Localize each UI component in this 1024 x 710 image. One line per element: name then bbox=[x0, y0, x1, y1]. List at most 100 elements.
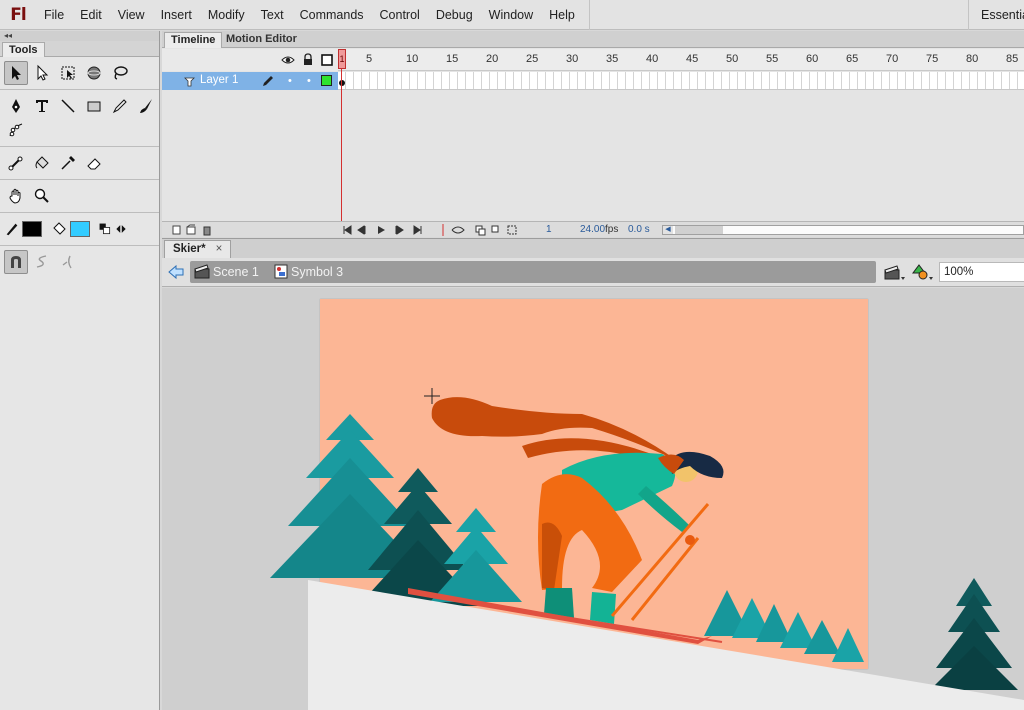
subselection-tool-icon[interactable] bbox=[30, 61, 54, 85]
hand-tool-icon[interactable] bbox=[4, 184, 28, 208]
rectangle-tool-icon[interactable] bbox=[82, 94, 106, 118]
menu-modify[interactable]: Modify bbox=[200, 0, 253, 30]
pencil-tool-icon[interactable] bbox=[108, 94, 132, 118]
current-frame-readout[interactable]: 1 bbox=[546, 224, 552, 235]
breadcrumb-scene[interactable]: Scene 1 bbox=[213, 265, 259, 279]
menu-commands[interactable]: Commands bbox=[292, 0, 372, 30]
scroll-thumb[interactable] bbox=[675, 226, 723, 234]
tool-row-view bbox=[0, 184, 159, 208]
playhead-line bbox=[341, 69, 342, 223]
menu-edit[interactable]: Edit bbox=[72, 0, 110, 30]
frame-area: 1510152025303540455055606570758085 1 bbox=[338, 49, 1024, 237]
menu-text[interactable]: Text bbox=[253, 0, 292, 30]
layer-visible-dot[interactable]: • bbox=[288, 75, 292, 87]
menu-window[interactable]: Window bbox=[481, 0, 541, 30]
fps-readout[interactable]: 24.00 bbox=[580, 224, 605, 235]
frame-ruler[interactable]: 1510152025303540455055606570758085 bbox=[338, 49, 1024, 71]
skier-artwork[interactable] bbox=[162, 288, 1024, 710]
keyframe-marker[interactable] bbox=[339, 80, 345, 86]
eyedropper-tool-icon[interactable] bbox=[56, 151, 80, 175]
tool-row-deco bbox=[0, 118, 159, 142]
outline-all-icon[interactable] bbox=[321, 54, 333, 66]
fill-color-swatch[interactable] bbox=[70, 221, 90, 237]
menu-help[interactable]: Help bbox=[541, 0, 583, 30]
text-tool-icon[interactable] bbox=[30, 94, 54, 118]
tab-motion-editor[interactable]: Motion Editor bbox=[220, 32, 303, 48]
free-transform-tool-icon[interactable] bbox=[56, 61, 80, 85]
edit-bar: Scene 1 Symbol 3 100% bbox=[162, 258, 1024, 287]
snap-to-objects-icon[interactable] bbox=[4, 250, 28, 274]
edit-scene-icon[interactable] bbox=[884, 264, 906, 282]
tab-timeline[interactable]: Timeline bbox=[164, 32, 223, 48]
frame-number-25: 25 bbox=[526, 53, 539, 65]
playback-controls-icon[interactable] bbox=[342, 224, 432, 236]
selection-tool-icon[interactable] bbox=[4, 61, 28, 85]
stroke-color-swatch[interactable] bbox=[22, 221, 42, 237]
fps-unit-label: fps bbox=[605, 224, 619, 235]
menu-file[interactable]: File bbox=[36, 0, 72, 30]
frame-number-70: 70 bbox=[886, 53, 899, 65]
frame-number-45: 45 bbox=[686, 53, 699, 65]
frame-number-75: 75 bbox=[926, 53, 939, 65]
lasso-tool-icon[interactable] bbox=[108, 61, 132, 85]
menu-debug[interactable]: Debug bbox=[428, 0, 481, 30]
tools-divider bbox=[0, 245, 159, 246]
stroke-color-pencil-icon bbox=[4, 217, 20, 241]
workspace-switcher[interactable]: Essentials bbox=[968, 0, 1024, 30]
layer-outline-color[interactable] bbox=[321, 75, 332, 86]
onion-skin-icon[interactable] bbox=[440, 224, 530, 236]
3d-rotation-tool-icon[interactable] bbox=[82, 61, 106, 85]
document-title: Skier* bbox=[173, 243, 206, 255]
tools-divider bbox=[0, 179, 159, 180]
paint-bucket-tool-icon[interactable] bbox=[30, 151, 54, 175]
scroll-left-arrow-icon[interactable]: ◀ bbox=[663, 226, 673, 234]
layer-icon bbox=[184, 77, 195, 87]
lock-all-icon[interactable] bbox=[302, 53, 314, 66]
pen-tool-icon[interactable] bbox=[4, 94, 28, 118]
menu-insert[interactable]: Insert bbox=[153, 0, 200, 30]
straighten-icon[interactable] bbox=[56, 250, 80, 274]
collapse-panel-icon[interactable]: ◂◂ bbox=[0, 31, 159, 41]
swap-colors-icon[interactable] bbox=[114, 217, 128, 241]
eraser-tool-icon[interactable] bbox=[82, 151, 106, 175]
deco-tool-icon[interactable] bbox=[4, 118, 28, 142]
frame-number-80: 80 bbox=[966, 53, 979, 65]
close-tab-button[interactable]: × bbox=[216, 243, 223, 255]
brush-tool-icon[interactable] bbox=[134, 94, 158, 118]
line-tool-icon[interactable] bbox=[56, 94, 80, 118]
menu-control[interactable]: Control bbox=[372, 0, 428, 30]
layer-row[interactable]: Layer 1 • • bbox=[162, 72, 338, 90]
frame-number-35: 35 bbox=[606, 53, 619, 65]
edit-symbols-icon[interactable] bbox=[912, 264, 934, 282]
bone-tool-icon[interactable] bbox=[4, 151, 28, 175]
layer-frames[interactable] bbox=[338, 72, 1024, 90]
edit-pencil-icon bbox=[263, 76, 273, 86]
smooth-icon[interactable] bbox=[30, 250, 54, 274]
zoom-tool-icon[interactable] bbox=[30, 184, 54, 208]
tools-tab[interactable]: Tools bbox=[2, 42, 45, 57]
timeline-horizontal-scrollbar[interactable]: ◀ bbox=[662, 225, 1024, 235]
document-tab[interactable]: Skier* × bbox=[164, 240, 232, 259]
menu-view[interactable]: View bbox=[110, 0, 153, 30]
frame-number-30: 30 bbox=[566, 53, 579, 65]
menu-bar: Fl File Edit View Insert Modify Text Com… bbox=[0, 0, 1024, 30]
frame-number-55: 55 bbox=[766, 53, 779, 65]
black-white-icon[interactable] bbox=[98, 217, 112, 241]
breadcrumb-symbol[interactable]: Symbol 3 bbox=[291, 265, 343, 279]
timeline-tabs: Timeline Motion Editor bbox=[162, 31, 1024, 48]
layer-name[interactable]: Layer 1 bbox=[200, 74, 238, 86]
frame-number-5: 5 bbox=[366, 53, 373, 65]
frame-number-65: 65 bbox=[846, 53, 859, 65]
tools-divider bbox=[0, 212, 159, 213]
layer-lock-dot[interactable]: • bbox=[307, 75, 311, 87]
playhead[interactable]: 1 bbox=[338, 49, 346, 69]
tool-row-options bbox=[0, 250, 159, 274]
show-hide-all-eye-icon[interactable] bbox=[281, 54, 295, 66]
pasteboard[interactable] bbox=[162, 288, 1024, 710]
zoom-field[interactable]: 100% bbox=[939, 262, 1024, 282]
layer-buttons-icon[interactable] bbox=[172, 224, 212, 236]
back-arrow-icon[interactable] bbox=[168, 264, 184, 280]
frame-number-85: 85 bbox=[1006, 53, 1019, 65]
elapsed-time-readout[interactable]: 0.0 s bbox=[628, 224, 650, 235]
tool-row-swatches bbox=[0, 217, 159, 241]
